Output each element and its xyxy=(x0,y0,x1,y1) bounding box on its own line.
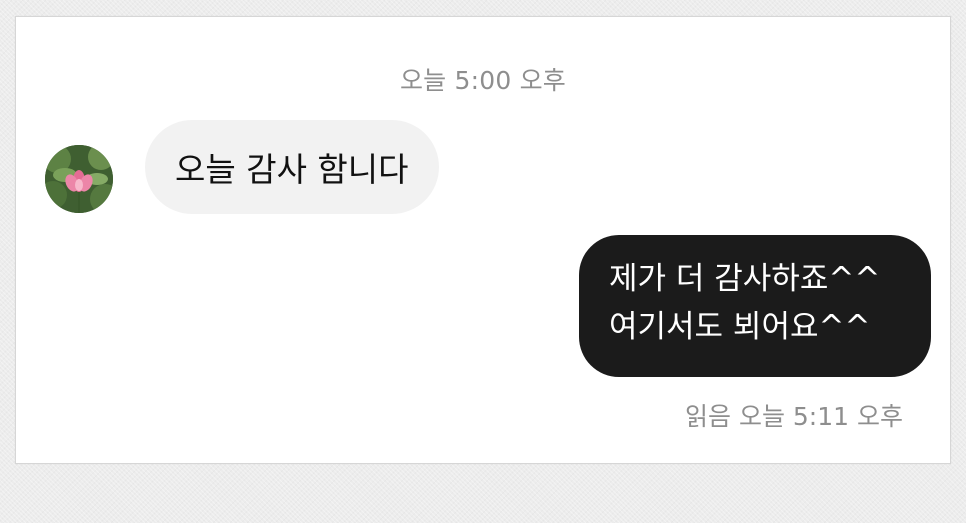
outgoing-message-line-1: 제가 더 감사하죠^^ xyxy=(609,261,881,297)
outgoing-message-line-2: 여기서도 뵈어요^^ xyxy=(609,309,871,345)
message-timestamp: 오늘 5:00 오후 xyxy=(399,66,567,95)
chat-thread-panel: 오늘 5:00 오후 오늘 감사 함니다 제가 더 감사하죠^^ 여기서도 뵈어… xyxy=(15,16,951,464)
incoming-message-bubble[interactable]: 오늘 감사 함니다 xyxy=(145,120,439,214)
incoming-message-text: 오늘 감사 함니다 xyxy=(175,150,409,189)
outgoing-message-bubble[interactable]: 제가 더 감사하죠^^ 여기서도 뵈어요^^ xyxy=(579,235,931,377)
lotus-flower-icon xyxy=(45,145,113,213)
read-label: 읽음 xyxy=(684,402,731,431)
read-timestamp: 오늘 5:11 오후 xyxy=(738,402,903,431)
avatar[interactable] xyxy=(45,145,113,213)
read-receipt: 읽음 오늘 5:11 오후 xyxy=(685,397,903,433)
